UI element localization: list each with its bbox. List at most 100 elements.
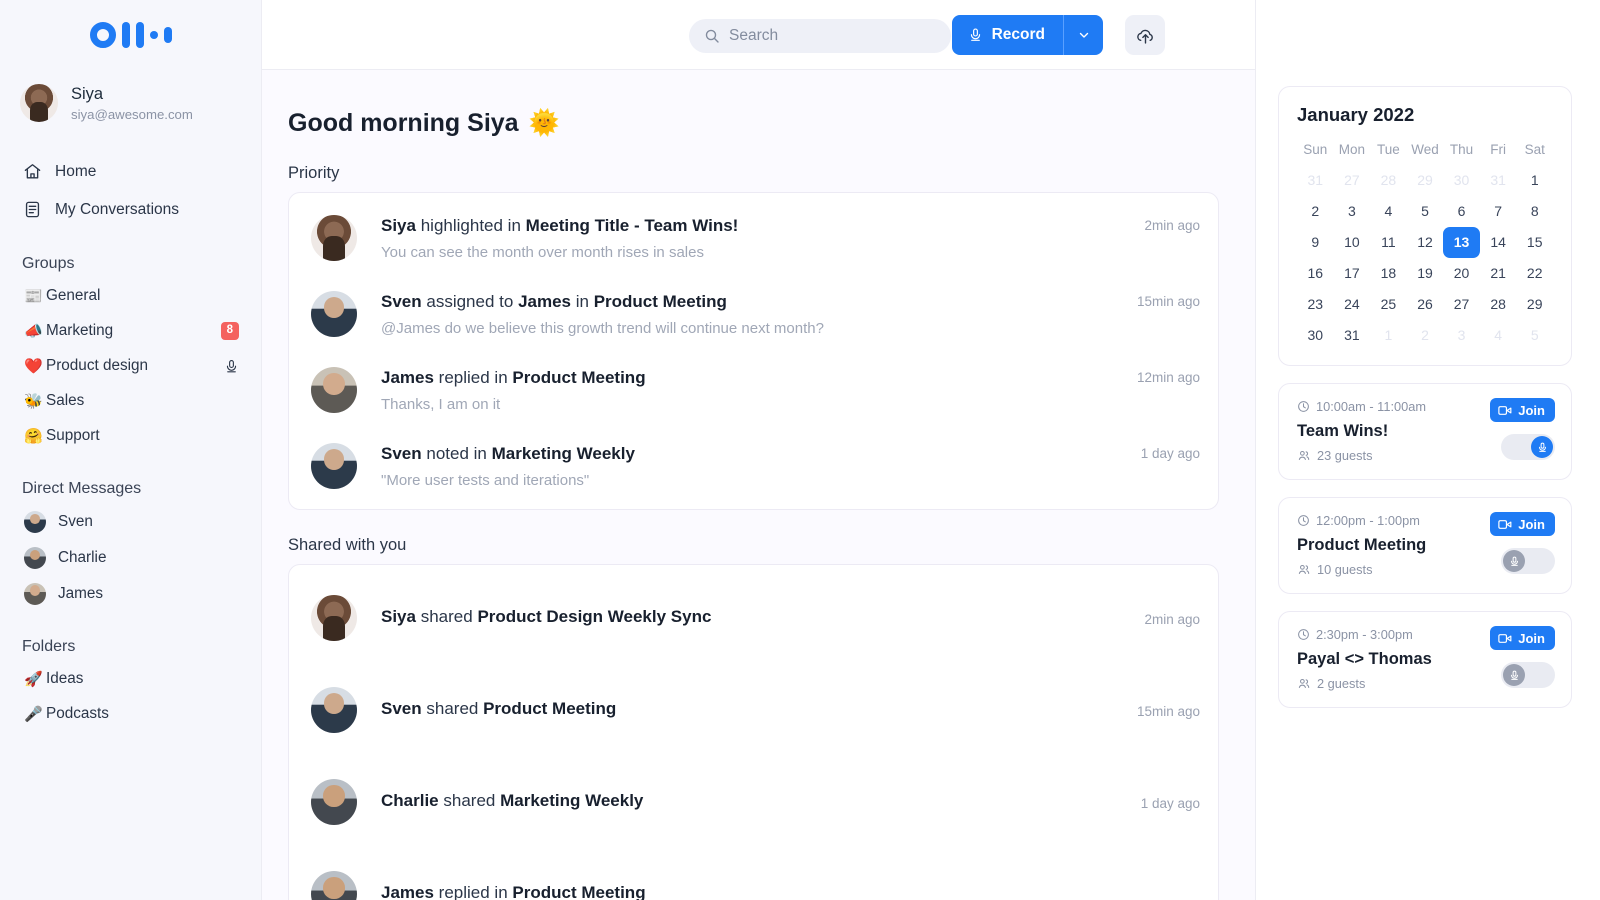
- toggle-knob: [1503, 550, 1525, 572]
- avatar: [311, 779, 357, 825]
- logo-ring: [90, 22, 116, 48]
- sidebar-group-general[interactable]: 📰 General: [0, 279, 261, 314]
- list-item[interactable]: Charlie shared Marketing Weekly 1 day ag…: [289, 755, 1218, 847]
- calendar-day[interactable]: 27: [1334, 165, 1371, 196]
- calendar-day[interactable]: 23: [1297, 289, 1334, 320]
- upload-button[interactable]: [1125, 15, 1165, 55]
- meeting-card[interactable]: 2:30pm - 3:00pm Payal <> Thomas 2 guests…: [1278, 611, 1572, 708]
- calendar-day[interactable]: 19: [1407, 258, 1444, 289]
- sidebar-folder-podcasts[interactable]: 🎤 Podcasts: [0, 697, 261, 732]
- calendar-day[interactable]: 26: [1407, 289, 1444, 320]
- calendar-day[interactable]: 18: [1370, 258, 1407, 289]
- calendar-day[interactable]: 1: [1516, 165, 1553, 196]
- sidebar-group-product-design[interactable]: ❤️ Product design: [0, 349, 261, 384]
- calendar-day[interactable]: 7: [1480, 196, 1517, 227]
- calendar-day[interactable]: 10: [1334, 227, 1371, 258]
- calendar-day[interactable]: 31: [1480, 165, 1517, 196]
- calendar-day[interactable]: 2: [1407, 320, 1444, 351]
- sidebar-folder-ideas[interactable]: 🚀 Ideas: [0, 662, 261, 697]
- calendar-day[interactable]: 30: [1297, 320, 1334, 351]
- calendar-day[interactable]: 28: [1370, 165, 1407, 196]
- list-item[interactable]: Sven assigned to James in Product Meetin…: [289, 275, 1218, 351]
- calendar-day[interactable]: 14: [1480, 227, 1517, 258]
- feed-target: Marketing Weekly: [492, 444, 635, 463]
- calendar-day[interactable]: 28: [1480, 289, 1517, 320]
- calendar-day[interactable]: 15: [1516, 227, 1553, 258]
- greeting-text: Good morning Siya: [288, 109, 519, 138]
- calendar-day[interactable]: 16: [1297, 258, 1334, 289]
- search-input[interactable]: Search: [689, 19, 951, 53]
- calendar-day[interactable]: 3: [1443, 320, 1480, 351]
- groups-section-title: Groups: [0, 255, 261, 273]
- sidebar-dm-james[interactable]: James: [0, 576, 261, 612]
- feed-assignee: James: [518, 292, 571, 311]
- calendar-day[interactable]: 11: [1370, 227, 1407, 258]
- list-item[interactable]: Siya highlighted in Meeting Title - Team…: [289, 199, 1218, 275]
- list-item[interactable]: James replied in Product Meeting Thanks,…: [289, 351, 1218, 427]
- meeting-time: 10:00am - 11:00am: [1316, 399, 1426, 414]
- calendar-day[interactable]: 5: [1407, 196, 1444, 227]
- calendar-day[interactable]: 4: [1480, 320, 1517, 351]
- calendar-day[interactable]: 25: [1370, 289, 1407, 320]
- avatar: [20, 84, 58, 122]
- record-button-group: Record: [952, 15, 1103, 55]
- avatar: [311, 215, 357, 261]
- calendar-day[interactable]: 22: [1516, 258, 1553, 289]
- calendar-day[interactable]: 20: [1443, 258, 1480, 289]
- calendar-day[interactable]: 6: [1443, 196, 1480, 227]
- join-button[interactable]: Join: [1490, 398, 1555, 422]
- calendar-day[interactable]: 4: [1370, 196, 1407, 227]
- calendar-day[interactable]: 8: [1516, 196, 1553, 227]
- app-logo[interactable]: [0, 0, 261, 70]
- auto-record-toggle[interactable]: [1501, 662, 1555, 688]
- sidebar-item-home[interactable]: Home: [0, 153, 261, 191]
- join-button[interactable]: Join: [1490, 512, 1555, 536]
- calendar-dow: Fri: [1480, 138, 1517, 165]
- calendar-day[interactable]: 5: [1516, 320, 1553, 351]
- calendar-day[interactable]: 2: [1297, 196, 1334, 227]
- user-profile[interactable]: Siya siya@awesome.com: [0, 70, 261, 137]
- video-camera-icon: [1498, 519, 1512, 530]
- list-item[interactable]: Siya shared Product Design Weekly Sync 2…: [289, 571, 1218, 663]
- calendar-day[interactable]: 17: [1334, 258, 1371, 289]
- calendar-dow: Mon: [1334, 138, 1371, 165]
- calendar-day[interactable]: 27: [1443, 289, 1480, 320]
- calendar-day-selected[interactable]: 13: [1443, 227, 1480, 258]
- dm-label: Charlie: [58, 549, 106, 567]
- calendar-day[interactable]: 12: [1407, 227, 1444, 258]
- calendar-day[interactable]: 21: [1480, 258, 1517, 289]
- sidebar-dm-sven[interactable]: Sven: [0, 504, 261, 540]
- meeting-card[interactable]: 12:00pm - 1:00pm Product Meeting 10 gues…: [1278, 497, 1572, 594]
- calendar-day[interactable]: 24: [1334, 289, 1371, 320]
- sidebar-group-marketing[interactable]: 📣 Marketing 8: [0, 314, 261, 349]
- calendar-day[interactable]: 1: [1370, 320, 1407, 351]
- avatar: [311, 687, 357, 733]
- calendar-day[interactable]: 29: [1407, 165, 1444, 196]
- sidebar-dm-charlie[interactable]: Charlie: [0, 540, 261, 576]
- join-button[interactable]: Join: [1490, 626, 1555, 650]
- feed-actor: Sven: [381, 444, 422, 463]
- feed-timestamp: 12min ago: [1137, 365, 1200, 385]
- microphone-icon[interactable]: [224, 358, 239, 375]
- calendar-day[interactable]: 3: [1334, 196, 1371, 227]
- sidebar-group-sales[interactable]: 🐝 Sales: [0, 384, 261, 419]
- calendar-day[interactable]: 29: [1516, 289, 1553, 320]
- feed-actor: Sven: [381, 699, 422, 718]
- list-item[interactable]: Sven noted in Marketing Weekly "More use…: [289, 427, 1218, 503]
- auto-record-toggle[interactable]: [1501, 548, 1555, 574]
- list-item[interactable]: James replied in Product Meeting: [289, 847, 1218, 900]
- meeting-card[interactable]: 10:00am - 11:00am Team Wins! 23 guests J…: [1278, 383, 1572, 480]
- list-item[interactable]: Sven shared Product Meeting 15min ago: [289, 663, 1218, 755]
- sidebar-item-my-conversations[interactable]: My Conversations: [0, 191, 261, 229]
- calendar-day[interactable]: 31: [1297, 165, 1334, 196]
- record-button[interactable]: Record: [952, 15, 1063, 55]
- feed-verb: shared: [426, 699, 478, 718]
- record-dropdown-button[interactable]: [1063, 15, 1103, 55]
- calendar-day[interactable]: 9: [1297, 227, 1334, 258]
- folder-label: Ideas: [46, 670, 239, 688]
- calendar-day[interactable]: 31: [1334, 320, 1371, 351]
- chevron-down-icon: [1077, 28, 1091, 42]
- sidebar-group-support[interactable]: 🤗 Support: [0, 419, 261, 454]
- calendar-day[interactable]: 30: [1443, 165, 1480, 196]
- auto-record-toggle[interactable]: [1501, 434, 1555, 460]
